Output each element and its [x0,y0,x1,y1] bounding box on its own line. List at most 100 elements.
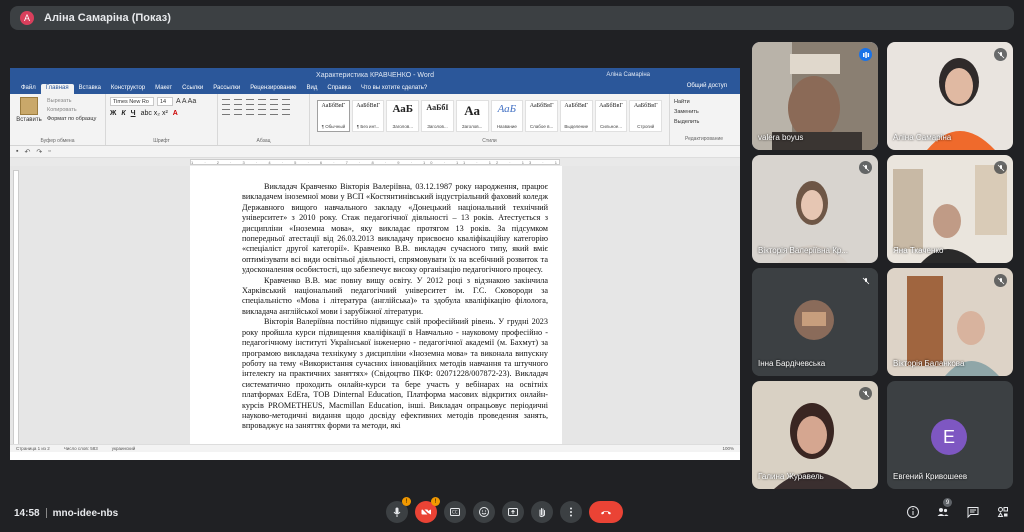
present-screen-button[interactable] [502,501,524,523]
style-item[interactable]: Аа Заголов... [455,100,489,132]
leave-call-button[interactable] [589,501,623,523]
replace-button[interactable]: Заменить [674,107,734,117]
participant-tile[interactable]: valera boyus [752,42,878,150]
document-page[interactable]: Викладач Кравченко Вікторія Валеріївна, … [190,166,562,452]
captions-button[interactable]: CC [444,501,466,523]
tell-me-search[interactable]: Что вы хотите сделать? [356,85,432,94]
participant-tile[interactable]: Аліна Самаріна [887,42,1013,150]
word-count: Число слов: 583 [63,446,98,451]
chat-button[interactable] [966,505,980,519]
ribbon-tab[interactable]: Вид [302,85,323,94]
warning-badge: ! [431,497,440,506]
language-indicator: украинский [111,446,136,451]
activities-button[interactable] [996,505,1010,519]
mic-toggle-button[interactable]: ! [386,497,411,523]
font-group-label: Шрифт [153,138,170,144]
styles-group-label: Стили [482,138,497,144]
word-title-bar: Характеристика КРАВЧЕНКО - Word Аліна Са… [10,68,740,82]
mic-off-icon [859,161,872,174]
style-name: Заголов... [392,124,414,129]
ribbon-tab[interactable]: Конструктор [106,85,150,94]
style-item[interactable]: АаБ Заголов... [386,100,420,132]
style-item[interactable]: АаБбВвГ ¶ Без инт... [351,100,385,132]
captions-icon: CC [450,508,460,516]
meeting-details-button[interactable] [906,505,920,519]
style-preview: АаБбВвГ [599,103,623,109]
style-preview: АаБбI [426,103,449,112]
presentation-bar: A Аліна Самаріна (Показ) [10,6,1014,30]
paste-button[interactable]: Вставить [14,97,44,127]
participant-tile[interactable]: Галина Журавель [752,381,878,489]
ribbon-tab[interactable]: Рецензирование [245,85,301,94]
participant-tile[interactable]: Вікторія Валеріївна Кр... [752,155,878,263]
info-icon [907,506,919,518]
participant-name: Аліна Самаріна [893,133,952,142]
more-options-button[interactable] [560,501,582,523]
shared-screen: Характеристика КРАВЧЕНКО - Word Аліна Са… [10,68,740,460]
style-item[interactable]: АаБбI Заголов... [421,100,454,132]
select-button[interactable]: Выделить [674,117,734,127]
ribbon-tab[interactable]: Рассылки [208,85,245,94]
ribbon-tab[interactable]: Файл [16,85,41,94]
participant-name: Інна Бардічевська [758,359,826,368]
participant-avatar: E [931,419,967,455]
speaking-indicator-icon [859,48,872,61]
camera-off-icon [420,506,432,518]
raise-hand-button[interactable] [531,501,553,523]
font-size-select[interactable]: 14 [157,97,173,106]
style-item[interactable]: АаБ Название [490,100,524,132]
zoom-level[interactable]: 100% [722,446,734,451]
style-preview: АаБбВвГ [529,103,554,109]
mic-off-icon [994,274,1007,287]
style-item[interactable]: АаБбВвГ Слабое в... [525,100,558,132]
more-vert-icon [570,507,572,517]
ribbon-tab[interactable]: Справка [322,85,356,94]
font-name-select[interactable]: Times New Ro [110,97,154,106]
underline-button[interactable]: Ч [131,110,136,117]
participant-name: Яна Ткаченко [893,246,944,255]
ribbon-tab[interactable]: Макет [150,85,177,94]
find-button[interactable]: Найти [674,97,734,107]
meeting-info: 14:58 mno-idee-nbs [14,508,118,519]
emoji-button[interactable] [473,501,495,523]
participant-tile[interactable]: Інна Бардічевська [752,268,878,376]
hand-icon [539,508,545,518]
participant-name: Галина Журавель [758,472,824,481]
editing-group: Найти Заменить Выделить Редактирование [670,94,738,145]
paragraph-2: Кравченко В.В. має повну вищу освіту. У … [242,275,548,316]
style-item[interactable]: АаБбВвГ Выделение [559,100,593,132]
paste-label: Вставить [16,117,42,123]
word-user: Аліна Самаріна [606,72,650,78]
share-button[interactable]: Общий доступ [682,83,732,92]
undo-icon[interactable]: ↶ [24,148,30,156]
presenter-avatar: A [20,11,34,25]
people-button[interactable]: 9 [936,498,952,519]
warning-badge: ! [402,497,411,506]
redo-icon[interactable]: ↷ [36,148,42,156]
format-painter-button[interactable]: Формат по образцу [47,115,96,124]
ribbon-tab[interactable]: Вставка [74,85,106,94]
page-count: Страница 1 из 2 [16,446,50,451]
style-item[interactable]: АаБбВвГ ¶ Обычный [317,100,350,132]
style-preview: АаБ [497,103,517,115]
document-area: Викладач Кравченко Вікторія Валеріївна, … [10,166,740,452]
ribbon-tab[interactable]: Ссылки [177,85,208,94]
participant-tile[interactable]: Вікторія Баланкова [887,268,1013,376]
ribbon-tab[interactable]: Главная [40,84,74,94]
participant-tile[interactable]: Яна Ткаченко [887,155,1013,263]
style-item[interactable]: АаБбВвГ Сильное... [594,100,628,132]
camera-toggle-button[interactable]: ! [415,497,440,523]
italic-button[interactable]: К [121,110,125,117]
activities-icon [997,507,1008,517]
cut-button[interactable]: Вырезать [47,97,96,106]
style-name: Строгий [637,124,655,129]
ribbon: Вставить Вырезать Копировать Формат по о… [10,94,740,146]
bold-button[interactable]: Ж [110,110,116,117]
clock-time: 14:58 [14,508,40,519]
save-icon[interactable]: ▪ [16,148,18,155]
style-item[interactable]: АаБбВвГ Строгий [629,100,663,132]
participant-tile[interactable]: E Евгений Кривошеев [887,381,1013,489]
copy-button[interactable]: Копировать [47,106,96,115]
print-preview-icon[interactable]: ▫ [48,148,50,155]
paragraph-group: Абзац [218,94,310,145]
